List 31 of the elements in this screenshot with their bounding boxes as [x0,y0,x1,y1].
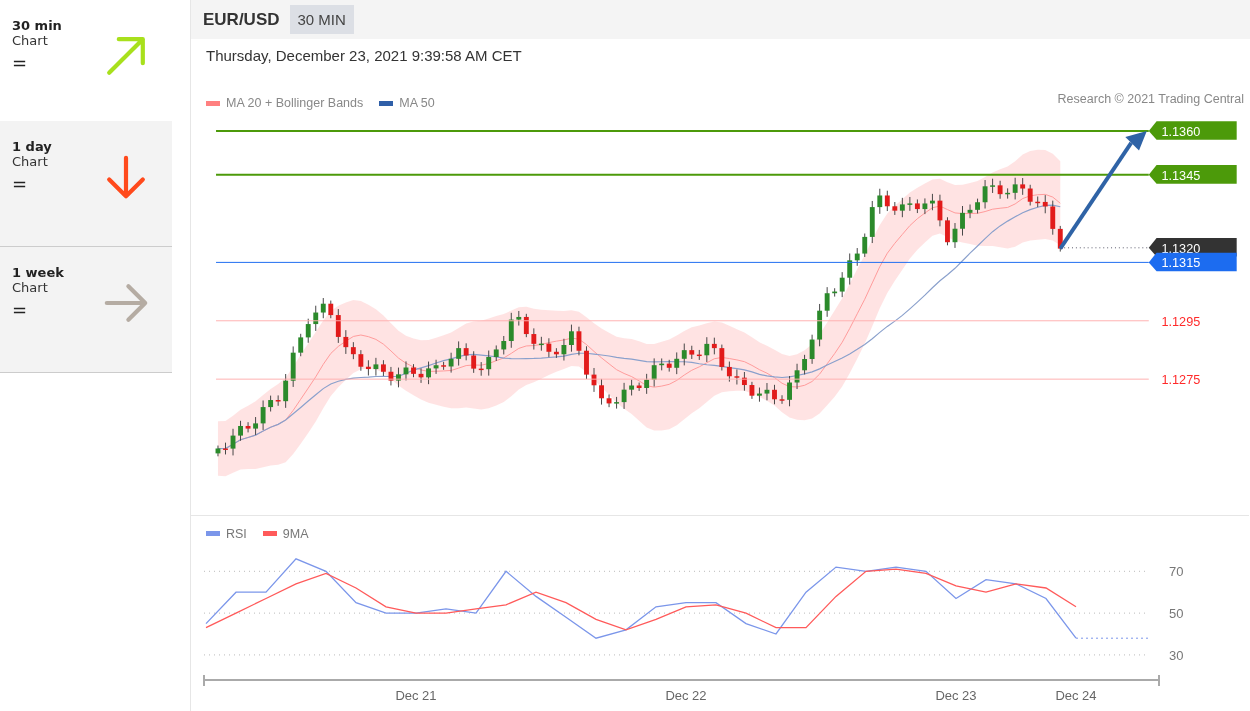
price-tag: 1.1360 [1148,121,1237,140]
axis-tick-label: Dec 23 [935,688,977,703]
legend-label: MA 20 + Bollinger Bands [226,96,364,111]
legend-label: 9MA [282,527,309,541]
timestamp: Thursday, December 23, 2021 9:39:58 AM CET [205,46,523,67]
timeframe-subtitle: Chart [12,154,49,169]
axis-tick-label: 70 [1169,564,1184,580]
price-tag: 1.1345 [1148,164,1237,184]
timeframe-title: 1 week [12,265,64,280]
axis-tick-label: Dec 22 [665,688,707,703]
trend-symbol: = [12,299,29,320]
trend-symbol: = [12,173,29,194]
axis-tick-label: Dec 24 [1055,688,1097,703]
timeframe-title: 1 day [12,139,52,154]
symbol-title: EUR/USD [203,9,280,30]
price-label: 1.1275 [1161,372,1201,387]
price-label: 1.1295 [1161,314,1201,329]
timeframe-subtitle: Chart [12,33,49,48]
axis-tick-label: 50 [1169,606,1184,622]
trend-symbol: = [12,52,29,73]
timeframe-title: 30 min [12,18,62,33]
timeframe-subtitle: Chart [12,280,49,295]
axis-tick-label: 30 [1169,647,1184,663]
timeframe-card[interactable]: 1 week Chart = [0,247,172,373]
interval-badge: 30 MIN [289,5,354,35]
legend-label: RSI [226,527,247,541]
price-tag: 1.1315 [1148,252,1237,272]
timeframe-card[interactable]: 1 day Chart = [0,121,172,247]
legend-label: MA 50 [399,96,435,111]
axis-tick-label: Dec 21 [395,688,437,703]
credit-text: Research © 2021 Trading Central [1057,92,1244,109]
